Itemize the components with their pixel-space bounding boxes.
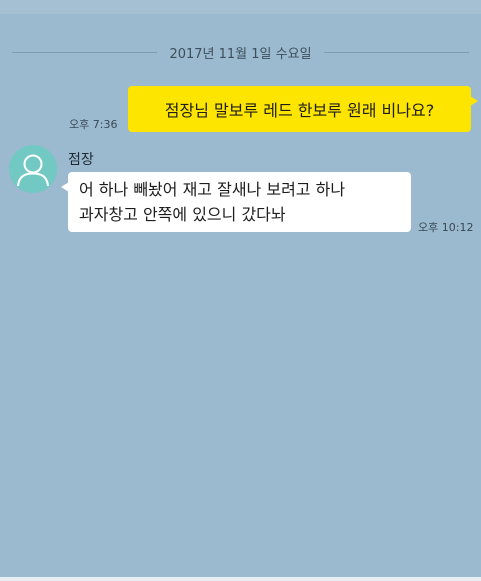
date-separator-line-right [323, 51, 469, 53]
incoming-message-time: 오후 10:12 [418, 221, 474, 234]
default-profile-person-icon [17, 154, 49, 187]
sender-avatar[interactable] [9, 145, 57, 193]
date-separator-line-left [12, 51, 158, 53]
outgoing-message-text: 점장님 말보루 레드 한보루 원래 비나요? [164, 101, 435, 120]
incoming-message-line: 과자창고 안쪽에 있으니 갔다놔 [79, 205, 286, 224]
outgoing-message-time: 오후 7:36 [69, 118, 118, 131]
sender-name[interactable]: 점장 [68, 149, 94, 169]
outgoing-message-bubble[interactable]: 점장님 말보루 레드 한보루 원래 비나요? [128, 86, 478, 132]
incoming-message-bubble[interactable]: 어 하나 빼놨어 재고 잘새나 보려고 하나 과자창고 안쪽에 있으니 갔다놔 [61, 172, 411, 232]
chat-screen: 2017년 11월 1일 수요일 오후 7:36 점장님 말보루 레드 한보루 … [0, 0, 481, 581]
top-bar-edge [0, 0, 481, 14]
bottom-edge [0, 577, 481, 581]
date-separator: 2017년 11월 1일 수요일 [12, 42, 469, 62]
incoming-message-line: 어 하나 빼놨어 재고 잘새나 보려고 하나 [79, 180, 346, 199]
date-separator-text: 2017년 11월 1일 수요일 [169, 46, 312, 62]
